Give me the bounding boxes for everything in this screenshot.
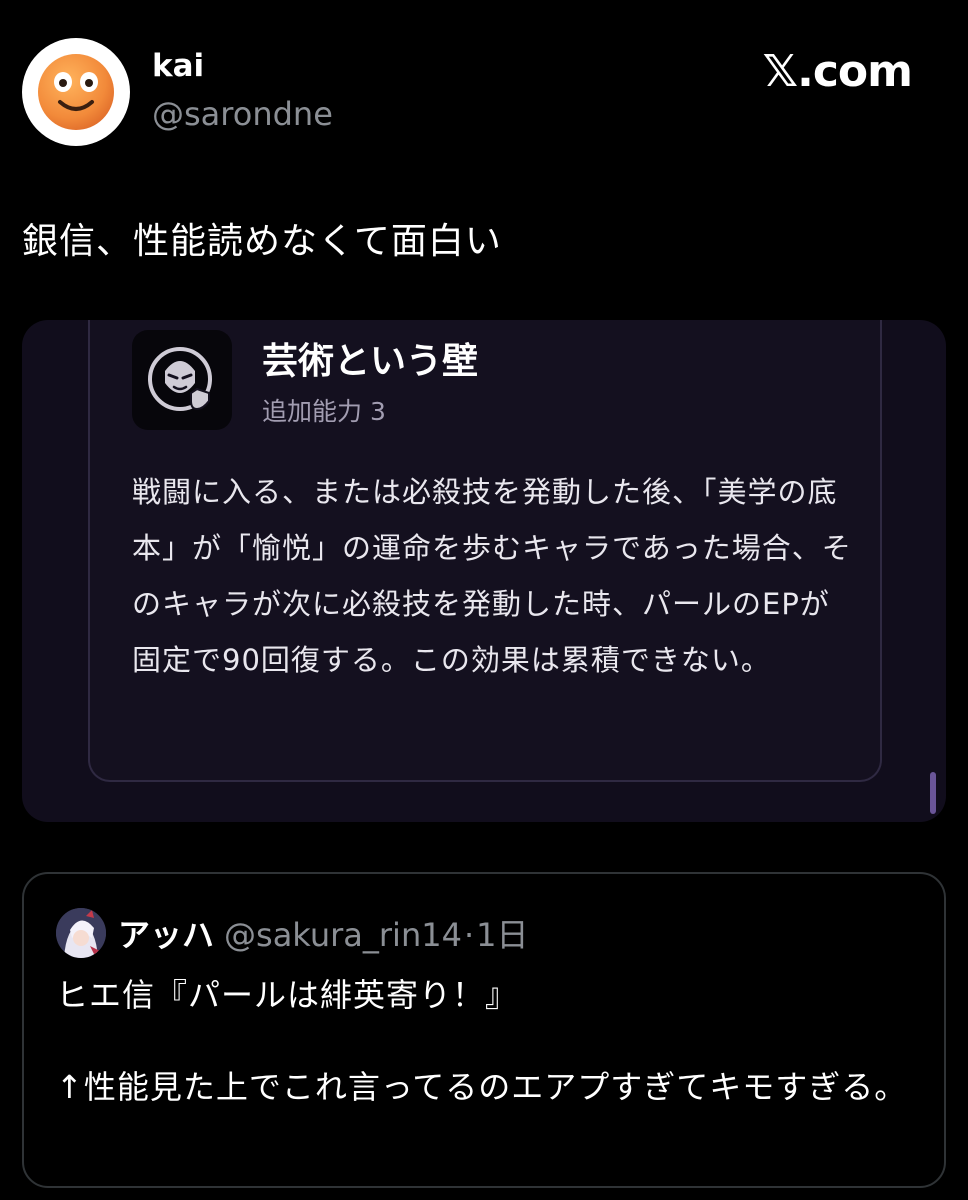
anime-character-avatar-icon (56, 908, 106, 958)
tweet-text: 銀信、性能読めなくて面白い (22, 221, 502, 262)
quoted-tweet-text: ヒエ信『パールは緋英寄り！』 ↑性能見た上でこれ言ってるのエアプすぎてキモすぎる… (56, 976, 908, 1106)
media-scrollbar[interactable] (930, 772, 936, 814)
quoted-author-name[interactable]: アッハ (118, 916, 214, 954)
tweet-media-image[interactable]: 芸術という壁 追加能力 3 戦闘に入る、または必殺技を発動した後、「美学の底本」… (22, 320, 946, 822)
ability-subtitle: 追加能力 3 (262, 397, 386, 426)
author-name[interactable]: kai (152, 48, 204, 84)
quoted-tweet-header: アッハ @sakura_rin14·1日 (118, 910, 528, 956)
quoted-tweet-time[interactable]: 1日 (476, 916, 528, 954)
masked-figure-shield-icon (148, 347, 212, 411)
quoted-author-avatar[interactable] (56, 908, 106, 958)
quoted-author-handle[interactable]: @sakura_rin14 (224, 916, 462, 954)
separator-dot: · (463, 916, 475, 954)
ability-icon-box (132, 330, 232, 430)
ability-title: 芸術という壁 (262, 341, 479, 382)
ability-description: 戦闘に入る、または必殺技を発動した後、「美学の底本」が「愉悦」の運命を歩むキャラ… (132, 475, 852, 677)
quoted-tweet-card[interactable]: アッハ @sakura_rin14·1日 ヒエ信『パールは緋英寄り！』 ↑性能見た… (22, 872, 946, 1188)
author-handle[interactable]: @sarondne (152, 95, 333, 133)
author-avatar[interactable] (22, 38, 130, 146)
ability-card: 芸術という壁 追加能力 3 戦闘に入る、または必殺技を発動した後、「美学の底本」… (88, 320, 882, 782)
x-logo: 𝕏.com (762, 46, 913, 97)
smiling-face-emoji-icon (38, 54, 114, 130)
